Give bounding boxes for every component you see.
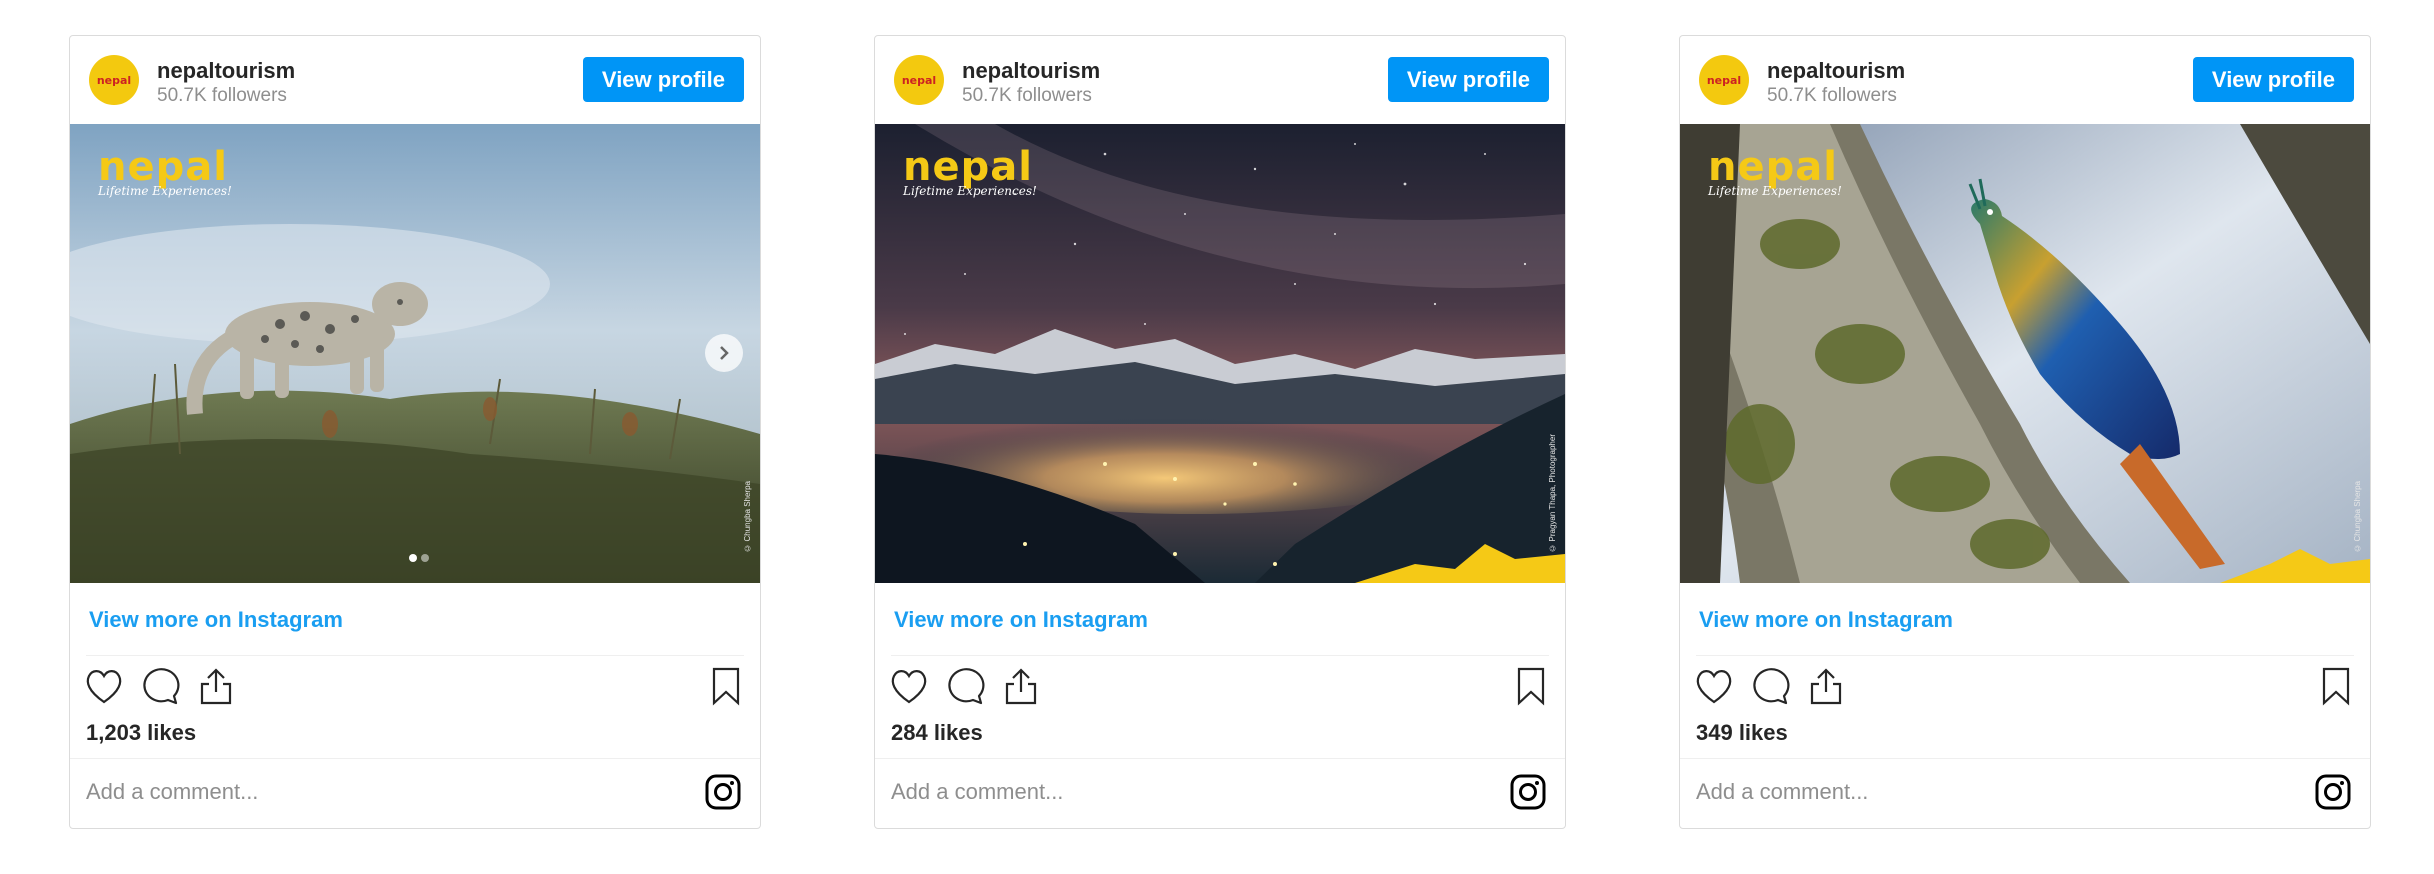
- nepal-logo: nepal Lifetime Experiences!: [903, 144, 1037, 198]
- share-button[interactable]: [194, 664, 238, 708]
- post-header: nepal nepaltourism 50.7K followers View …: [1680, 36, 2370, 124]
- logo-tagline: Lifetime Experiences!: [98, 184, 232, 198]
- like-count: 349 likes: [1696, 720, 1788, 745]
- username[interactable]: nepaltourism: [1767, 58, 1905, 84]
- comment-button[interactable]: [138, 664, 182, 708]
- post-header: nepal nepaltourism 50.7K followers View …: [70, 36, 760, 124]
- comment-input[interactable]: [891, 772, 1451, 812]
- save-button[interactable]: [2314, 664, 2358, 708]
- follower-count: 50.7K followers: [1767, 85, 1897, 106]
- heart-icon: [891, 670, 927, 704]
- save-button[interactable]: [1509, 664, 1553, 708]
- bookmark-icon: [1517, 667, 1545, 706]
- heart-icon: [86, 670, 122, 704]
- post-photo[interactable]: nepal Lifetime Experiences! © Pragyan Th…: [875, 124, 1565, 583]
- avatar[interactable]: nepal: [89, 55, 139, 105]
- comment-input[interactable]: [1696, 772, 2256, 812]
- avatar-text: nepal: [901, 73, 937, 87]
- carousel-dots: [407, 549, 431, 567]
- avatar[interactable]: nepal: [894, 55, 944, 105]
- action-bar: [875, 664, 1565, 712]
- nepal-logo: nepal Lifetime Experiences!: [1708, 144, 1842, 198]
- username[interactable]: nepaltourism: [157, 58, 295, 84]
- save-button[interactable]: [704, 664, 748, 708]
- instagram-embed-card: nepal nepaltourism 50.7K followers View …: [69, 35, 761, 829]
- photo-credit: © Pragyan Thapa, Photographer: [1548, 434, 1557, 553]
- heart-icon: [1696, 670, 1732, 704]
- comment-icon: [1753, 668, 1790, 705]
- avatar-text: nepal: [96, 73, 132, 87]
- carousel-dot-active: [409, 554, 417, 562]
- divider: [891, 655, 1549, 656]
- like-count: 1,203 likes: [86, 720, 197, 745]
- view-more-link[interactable]: View more on Instagram: [894, 607, 1148, 633]
- comment-input[interactable]: [86, 772, 646, 812]
- avatar-text: nepal: [1706, 73, 1742, 87]
- comment-icon: [948, 668, 985, 705]
- instagram-icon[interactable]: [1509, 773, 1547, 811]
- share-icon: [200, 668, 232, 705]
- view-profile-button[interactable]: View profile: [2192, 57, 2354, 102]
- divider: [86, 655, 744, 656]
- post-photo[interactable]: nepal Lifetime Experiences! © Chungba Sh…: [70, 124, 760, 583]
- post-header: nepal nepaltourism 50.7K followers View …: [875, 36, 1565, 124]
- follower-count: 50.7K followers: [157, 85, 287, 106]
- share-icon: [1810, 668, 1842, 705]
- comment-button[interactable]: [943, 664, 987, 708]
- instagram-embed-card: nepal nepaltourism 50.7K followers View …: [874, 35, 1566, 829]
- view-more-link[interactable]: View more on Instagram: [89, 607, 343, 633]
- share-button[interactable]: [1804, 664, 1848, 708]
- nepal-logo: nepal Lifetime Experiences!: [98, 144, 232, 198]
- bookmark-icon: [712, 667, 740, 706]
- logo-tagline: Lifetime Experiences!: [1708, 184, 1842, 198]
- carousel-dot: [421, 554, 429, 562]
- like-button[interactable]: [82, 664, 126, 708]
- carousel-next-button[interactable]: [705, 334, 743, 372]
- follower-count: 50.7K followers: [962, 85, 1092, 106]
- avatar[interactable]: nepal: [1699, 55, 1749, 105]
- instagram-embed-card: nepal nepaltourism 50.7K followers View …: [1679, 35, 2371, 829]
- photo-credit: © Chungba Sherpa: [2353, 481, 2362, 553]
- divider: [1696, 655, 2354, 656]
- like-button[interactable]: [887, 664, 931, 708]
- divider: [1680, 758, 2370, 759]
- like-button[interactable]: [1692, 664, 1736, 708]
- comment-button[interactable]: [1748, 664, 1792, 708]
- instagram-icon[interactable]: [704, 773, 742, 811]
- instagram-icon[interactable]: [2314, 773, 2352, 811]
- share-button[interactable]: [999, 664, 1043, 708]
- action-bar: [1680, 664, 2370, 712]
- view-profile-button[interactable]: View profile: [582, 57, 744, 102]
- action-bar: [70, 664, 760, 712]
- comment-icon: [143, 668, 180, 705]
- divider: [875, 758, 1565, 759]
- logo-tagline: Lifetime Experiences!: [903, 184, 1037, 198]
- divider: [70, 758, 760, 759]
- view-more-link[interactable]: View more on Instagram: [1699, 607, 1953, 633]
- username[interactable]: nepaltourism: [962, 58, 1100, 84]
- share-icon: [1005, 668, 1037, 705]
- like-count: 284 likes: [891, 720, 983, 745]
- photo-credit: © Chungba Sherpa: [743, 481, 752, 553]
- chevron-right-icon: [720, 346, 729, 360]
- bookmark-icon: [2322, 667, 2350, 706]
- view-profile-button[interactable]: View profile: [1387, 57, 1549, 102]
- post-photo[interactable]: nepal Lifetime Experiences! © Chungba Sh…: [1680, 124, 2370, 583]
